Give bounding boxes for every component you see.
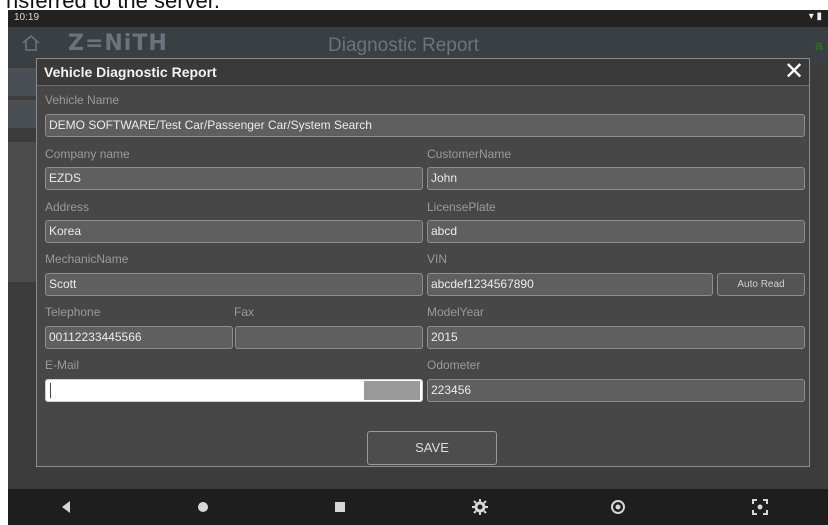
customer-name-field[interactable]: John: [427, 167, 805, 190]
auto-read-button[interactable]: Auto Read: [717, 273, 805, 296]
vin-label: VIN: [427, 252, 448, 266]
dialog-title: Vehicle Diagnostic Report: [44, 64, 217, 80]
address-label: Address: [45, 200, 90, 214]
recents-icon[interactable]: [330, 497, 350, 517]
email-field[interactable]: [45, 379, 423, 402]
home-icon[interactable]: [193, 497, 213, 517]
telephone-field[interactable]: 00112233445566: [45, 326, 233, 349]
license-plate-field[interactable]: abcd: [427, 220, 805, 243]
customer-name-label: CustomerName: [427, 147, 512, 161]
mechanic-name-label: MechanicName: [45, 252, 129, 266]
settings-icon[interactable]: [470, 497, 490, 517]
vehicle-name-label: Vehicle Name: [45, 93, 120, 107]
model-year-field[interactable]: 2015: [427, 326, 805, 349]
mechanic-name-field[interactable]: Scott: [45, 273, 423, 296]
status-icons: ▾ ▮: [808, 11, 822, 22]
email-label: E-Mail: [45, 358, 80, 372]
tablet-screen: 10:19 ▾ ▮ Z=NiTH Diagnostic Report a r V…: [8, 10, 828, 525]
email-field-scroll-indicator: [364, 381, 420, 400]
record-icon[interactable]: [608, 497, 628, 517]
text-caret: [50, 383, 51, 398]
odometer-label: Odometer: [427, 358, 481, 372]
address-field[interactable]: Korea: [45, 220, 423, 243]
app-badge: a r: [814, 37, 828, 53]
company-name-label: Company name: [45, 147, 130, 161]
dialog-header: Vehicle Diagnostic Report ✕: [37, 59, 809, 86]
screenshot: nsferred to the server. 10:19 ▾ ▮ Z=NiTH…: [0, 0, 828, 525]
status-time: 10:19: [14, 12, 40, 23]
background-row: [8, 68, 38, 96]
back-icon[interactable]: [56, 497, 76, 517]
vehicle-report-dialog: Vehicle Diagnostic Report ✕ Vehicle Name…: [36, 58, 810, 467]
android-nav-bar: [8, 489, 828, 525]
license-plate-label: LicensePlate: [427, 200, 496, 214]
company-name-field[interactable]: EZDS: [45, 167, 423, 190]
fax-label: Fax: [234, 305, 255, 319]
app-title: Diagnostic Report: [328, 35, 480, 56]
status-bar: 10:19 ▾ ▮: [8, 10, 828, 27]
home-icon[interactable]: [22, 35, 40, 51]
telephone-label: Telephone: [45, 305, 101, 319]
brand-logo: Z=NiTH: [68, 31, 168, 56]
close-button[interactable]: ✕: [781, 59, 807, 85]
vehicle-name-field[interactable]: DEMO SOFTWARE/Test Car/Passenger Car/Sys…: [45, 114, 805, 137]
vin-field[interactable]: abcdef1234567890: [427, 273, 713, 296]
model-year-label: ModelYear: [427, 305, 484, 319]
save-button[interactable]: SAVE: [367, 431, 497, 465]
fax-field[interactable]: [235, 326, 423, 349]
background-row: [8, 100, 38, 128]
odometer-field[interactable]: 223456: [427, 379, 805, 402]
screenshot-icon[interactable]: [750, 497, 770, 517]
